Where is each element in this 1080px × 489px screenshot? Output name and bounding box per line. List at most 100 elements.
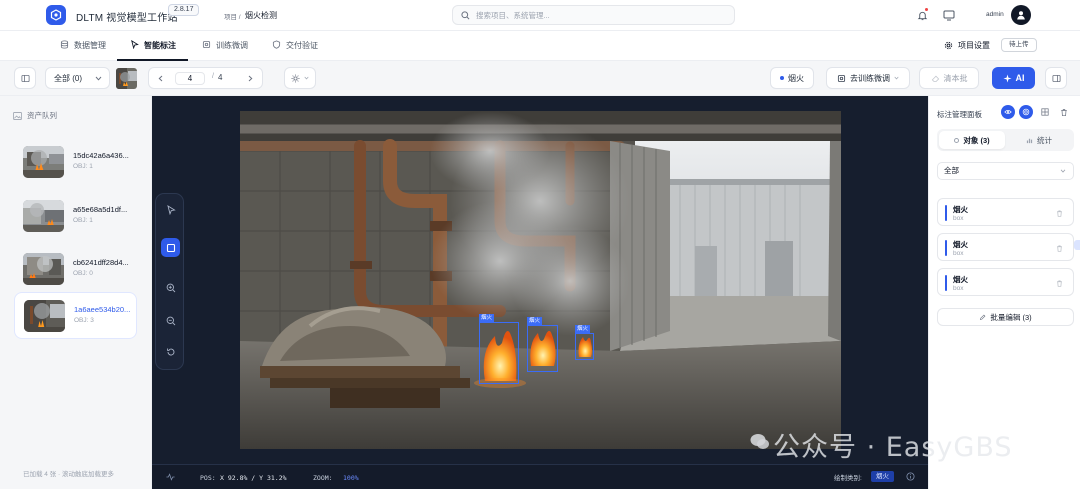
object-item[interactable]: 烟火 box xyxy=(937,268,1074,296)
zoom-out-tool[interactable] xyxy=(161,311,180,330)
chevron-down-icon xyxy=(95,76,102,81)
project-settings-button[interactable]: 项目设置 xyxy=(944,40,990,51)
asset-item[interactable]: cb6241dff28d4... OBJ: 0 xyxy=(14,246,137,293)
train-icon xyxy=(202,40,211,49)
status-filter-select[interactable]: 全部 (0) xyxy=(45,67,110,89)
trash-icon[interactable] xyxy=(1056,210,1063,217)
class-dot xyxy=(780,76,784,80)
info-icon[interactable] xyxy=(906,472,915,481)
bounding-box[interactable]: 烟火 xyxy=(575,325,594,360)
asset-queue-label: 资产队列 xyxy=(27,111,57,120)
chevron-down-icon xyxy=(304,76,309,80)
edit-icon xyxy=(980,314,986,320)
tab-objects[interactable]: 对象 (3) xyxy=(939,131,1005,149)
tab-delivery[interactable]: 交付验证 xyxy=(272,40,318,61)
tab-statistics[interactable]: 统计 xyxy=(1006,131,1072,149)
asset-object-count: OBJ: 1 xyxy=(73,217,93,224)
annotation-image[interactable]: 烟火 烟火 烟火 xyxy=(240,111,841,449)
trash-icon[interactable] xyxy=(1056,245,1063,252)
rotate-ccw-icon xyxy=(166,348,174,355)
objects-dot-icon xyxy=(954,137,960,143)
object-type: box xyxy=(953,285,964,292)
wechat-icon xyxy=(750,434,769,449)
bounding-box-label: 烟火 xyxy=(527,317,543,325)
version-badge: 2.8.17 xyxy=(168,4,200,16)
class-chip-label: 烟火 xyxy=(788,73,804,83)
draw-class-label: 绘制类别: xyxy=(834,475,862,482)
breadcrumb-project[interactable]: 烟火检测 xyxy=(245,10,277,21)
zoom-in-tool[interactable] xyxy=(161,278,180,297)
tab-statistics-label: 统计 xyxy=(1037,135,1052,145)
batch-edit-button[interactable]: 批量编辑 (3) xyxy=(937,308,1074,326)
class-chip-button[interactable]: 烟火 xyxy=(770,67,814,89)
asset-item[interactable]: a65e68a5d1df... OBJ: 1 xyxy=(14,193,137,240)
user-name[interactable]: admin xyxy=(986,11,1004,18)
zoom-out-icon xyxy=(166,316,175,325)
toggle-right-panel-button[interactable] xyxy=(1045,67,1067,89)
asset-item[interactable]: 15dc42a6a436... OBJ: 1 xyxy=(14,139,137,186)
select-tool[interactable] xyxy=(161,200,180,219)
asset-item-active[interactable]: 1a6aee534b20... OBJ: 3 xyxy=(14,292,137,339)
delete-all-button[interactable] xyxy=(1057,105,1071,119)
tab-data-management[interactable]: 数据管理 xyxy=(60,40,106,61)
user-icon xyxy=(1017,11,1025,20)
search-placeholder: 搜索项目、系统管理... xyxy=(476,10,550,20)
load-more-hint: 已加载 4 张 · 滚动触底加载更多 xyxy=(23,471,115,478)
position-label: POS: xyxy=(200,474,216,482)
bounding-box-label: 烟火 xyxy=(575,325,591,333)
search-input[interactable]: 搜索项目、系统管理... xyxy=(452,5,735,25)
clear-batch-label: 清本批 xyxy=(943,73,968,83)
user-avatar[interactable] xyxy=(1011,5,1031,25)
monitor-icon[interactable] xyxy=(942,8,956,22)
current-image-thumbnail[interactable] xyxy=(116,68,137,89)
breadcrumb-label: 项目 / xyxy=(224,14,241,21)
reset-view-tool[interactable] xyxy=(161,342,180,361)
trash-icon[interactable] xyxy=(1056,280,1063,287)
notification-dot xyxy=(925,8,928,11)
sidebar-right-icon xyxy=(1051,74,1061,82)
object-color-bar xyxy=(945,240,947,256)
chevron-right-icon[interactable] xyxy=(248,75,253,82)
ai-label: AI xyxy=(1015,73,1025,83)
trash-icon xyxy=(1061,108,1067,116)
object-color-bar xyxy=(945,205,947,221)
object-item[interactable]: 烟火 box xyxy=(937,198,1074,226)
asset-name: 1a6aee534b20... xyxy=(74,305,131,314)
zoom-label: ZOOM: xyxy=(313,474,333,482)
bounding-box[interactable]: 烟火 xyxy=(479,314,519,384)
app-logo-icon[interactable] xyxy=(46,5,66,25)
tab-label: 交付验证 xyxy=(286,41,318,50)
go-to-training-button[interactable]: 去训练微调 xyxy=(826,67,910,89)
toggle-left-panel-button[interactable] xyxy=(14,67,36,89)
bounding-box[interactable]: 烟火 xyxy=(527,317,558,372)
app-title: DLTM 视觉模型工作站 xyxy=(76,13,178,24)
page-number-input[interactable]: 4 xyxy=(175,72,205,85)
target-toggle[interactable] xyxy=(1019,105,1033,119)
asset-queue-panel: 资产队列 15dc42a6a436... OBJ: 1 a65e68a5d1df… xyxy=(0,96,152,489)
sidebar-left-icon xyxy=(20,74,30,82)
train-icon xyxy=(837,74,846,82)
clear-batch-button[interactable]: 清本批 xyxy=(919,67,979,89)
draw-class-chip[interactable]: 烟火 xyxy=(871,471,894,482)
database-icon xyxy=(60,40,69,49)
tab-smart-annotation[interactable]: 智能标注 xyxy=(117,40,188,61)
brightness-adjust-button[interactable] xyxy=(284,67,316,89)
ai-assist-button[interactable]: AI xyxy=(992,67,1035,89)
object-filter-select[interactable]: 全部 xyxy=(937,162,1074,180)
rectangle-tool[interactable] xyxy=(161,238,180,257)
asset-object-count: OBJ: 0 xyxy=(73,270,93,277)
zoom-value: 100% xyxy=(343,474,359,482)
panel-collapse-handle[interactable] xyxy=(1074,240,1080,250)
grid-view-button[interactable] xyxy=(1038,105,1052,119)
object-filter-value: 全部 xyxy=(944,166,959,175)
sparkle-icon xyxy=(1002,73,1012,83)
tab-training[interactable]: 训练微调 xyxy=(202,40,248,61)
chevron-left-icon[interactable] xyxy=(158,75,163,82)
object-item[interactable]: 烟火 box xyxy=(937,233,1074,261)
eraser-icon xyxy=(931,75,939,82)
object-name: 烟火 xyxy=(953,240,968,249)
status-filter-value: 全部 (0) xyxy=(54,73,82,83)
show-labels-toggle[interactable] xyxy=(1001,105,1015,119)
pending-upload-badge[interactable]: 待上传 xyxy=(1001,38,1037,52)
grid-icon xyxy=(1041,108,1049,116)
